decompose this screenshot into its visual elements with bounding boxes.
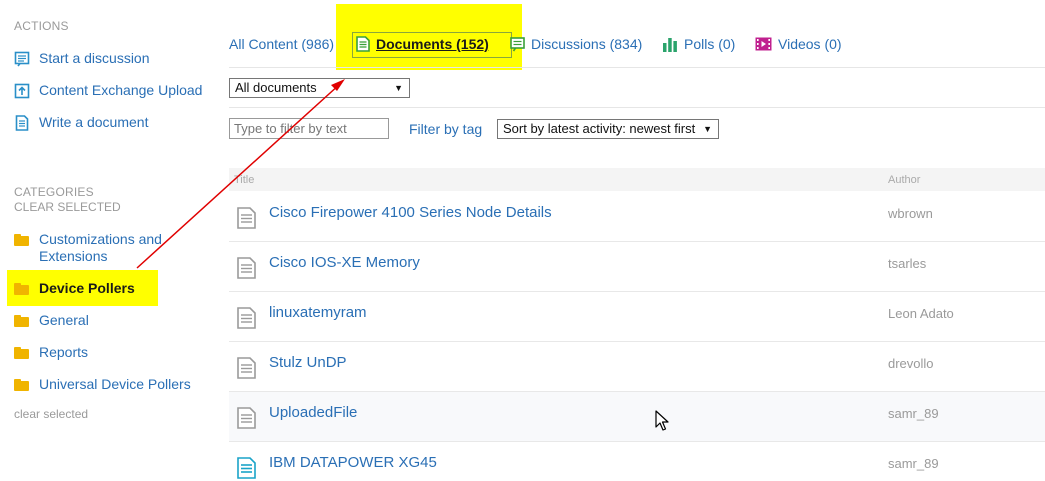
categories-heading: CATEGORIES bbox=[14, 185, 94, 199]
category-universal-device-pollers-label: Universal Device Pollers bbox=[39, 376, 191, 392]
tab-documents[interactable]: Documents (152) bbox=[356, 36, 489, 52]
start-discussion-label: Start a discussion bbox=[39, 50, 150, 66]
category-reports[interactable]: Reports bbox=[14, 344, 88, 361]
table-row: Cisco Firepower 4100 Series Node Details… bbox=[229, 192, 1045, 242]
actions-heading: ACTIONS bbox=[14, 19, 69, 33]
folder-icon bbox=[14, 347, 29, 359]
document-title-link[interactable]: IBM DATAPOWER XG45 bbox=[269, 454, 437, 471]
document-icon bbox=[237, 257, 256, 279]
filter-by-tag-link[interactable]: Filter by tag bbox=[409, 121, 482, 137]
video-icon bbox=[755, 37, 772, 51]
start-discussion-link[interactable]: Start a discussion bbox=[14, 50, 150, 67]
table-row: Cisco IOS-XE Memory tsarles bbox=[229, 242, 1045, 292]
table-row: Stulz UnDP drevollo bbox=[229, 342, 1045, 392]
category-general-label: General bbox=[39, 312, 89, 328]
discussion-icon bbox=[510, 36, 525, 51]
document-title-link[interactable]: Cisco IOS-XE Memory bbox=[269, 254, 420, 271]
tab-all-content-label: All Content (986) bbox=[229, 36, 335, 52]
discussion-icon bbox=[14, 51, 30, 67]
folder-icon bbox=[14, 379, 29, 391]
category-universal-device-pollers[interactable]: Universal Device Pollers bbox=[14, 376, 191, 393]
content-exchange-upload-link[interactable]: Content Exchange Upload bbox=[14, 82, 202, 99]
column-header-author[interactable]: Author bbox=[888, 174, 920, 186]
clear-selected-link[interactable]: clear selected bbox=[14, 407, 88, 421]
sort-value: Sort by latest activity: newest first bbox=[503, 121, 696, 136]
document-title-link[interactable]: Cisco Firepower 4100 Series Node Details bbox=[269, 204, 552, 221]
category-customizations-label: Customizations and Extensions bbox=[39, 231, 162, 265]
folder-icon bbox=[14, 234, 29, 246]
tab-discussions-label: Discussions (834) bbox=[531, 36, 643, 52]
author-link[interactable]: samr_89 bbox=[888, 456, 939, 471]
category-customizations-line1: Customizations and bbox=[39, 231, 162, 247]
tab-videos[interactable]: Videos (0) bbox=[755, 36, 842, 52]
author-link[interactable]: wbrown bbox=[888, 206, 933, 221]
content-exchange-upload-label: Content Exchange Upload bbox=[39, 82, 203, 98]
document-icon bbox=[237, 357, 256, 379]
document-icon bbox=[15, 115, 29, 131]
category-customizations[interactable]: Customizations and Extensions bbox=[14, 231, 162, 265]
table-header: Title Author bbox=[229, 168, 1045, 191]
document-icon bbox=[237, 207, 256, 229]
dropdown-arrow-icon: ▼ bbox=[703, 124, 712, 134]
table-row: linuxatemyram Leon Adato bbox=[229, 292, 1045, 342]
category-customizations-line2: Extensions bbox=[39, 248, 108, 264]
category-device-pollers-label: Device Pollers bbox=[39, 280, 135, 296]
document-icon bbox=[237, 307, 256, 329]
tab-discussions[interactable]: Discussions (834) bbox=[510, 36, 642, 52]
author-link[interactable]: samr_89 bbox=[888, 406, 939, 421]
mouse-cursor-icon bbox=[655, 410, 669, 431]
document-title-link[interactable]: UploadedFile bbox=[269, 404, 357, 421]
tab-documents-label: Documents (152) bbox=[376, 36, 489, 52]
upload-icon bbox=[14, 83, 30, 99]
tabs-divider bbox=[229, 67, 1045, 68]
tab-videos-label: Videos (0) bbox=[778, 36, 842, 52]
category-reports-label: Reports bbox=[39, 344, 89, 360]
author-link[interactable]: tsarles bbox=[888, 256, 926, 271]
text-filter-input[interactable] bbox=[229, 118, 389, 139]
author-link[interactable]: drevollo bbox=[888, 356, 934, 371]
folder-icon bbox=[14, 315, 29, 327]
write-document-link[interactable]: Write a document bbox=[14, 114, 148, 131]
document-title-link[interactable]: Stulz UnDP bbox=[269, 354, 347, 371]
table-row: UploadedFile samr_89 bbox=[229, 392, 1045, 442]
column-header-title[interactable]: Title bbox=[234, 174, 254, 186]
clear-selected-top-link[interactable]: CLEAR SELECTED bbox=[14, 200, 121, 214]
poll-icon bbox=[663, 37, 677, 52]
document-icon bbox=[237, 457, 256, 479]
tab-all-content[interactable]: All Content (986) bbox=[229, 36, 334, 52]
document-icon bbox=[356, 36, 370, 52]
category-general[interactable]: General bbox=[14, 312, 89, 329]
tab-polls[interactable]: Polls (0) bbox=[662, 36, 735, 52]
folder-icon bbox=[14, 283, 29, 295]
document-icon bbox=[237, 407, 256, 429]
table-row: IBM DATAPOWER XG45 samr_89 bbox=[229, 442, 1045, 481]
author-link[interactable]: Leon Adato bbox=[888, 306, 954, 321]
category-device-pollers[interactable]: Device Pollers bbox=[14, 280, 135, 297]
document-title-link[interactable]: linuxatemyram bbox=[269, 304, 367, 321]
sort-select[interactable]: Sort by latest activity: newest first ▼ bbox=[497, 119, 719, 139]
tab-polls-label: Polls (0) bbox=[684, 36, 736, 52]
write-document-label: Write a document bbox=[39, 114, 149, 130]
filters-divider bbox=[229, 107, 1045, 108]
dropdown-arrow-icon: ▼ bbox=[394, 83, 403, 93]
document-type-value: All documents bbox=[235, 80, 317, 95]
document-type-select[interactable]: All documents ▼ bbox=[229, 78, 410, 98]
